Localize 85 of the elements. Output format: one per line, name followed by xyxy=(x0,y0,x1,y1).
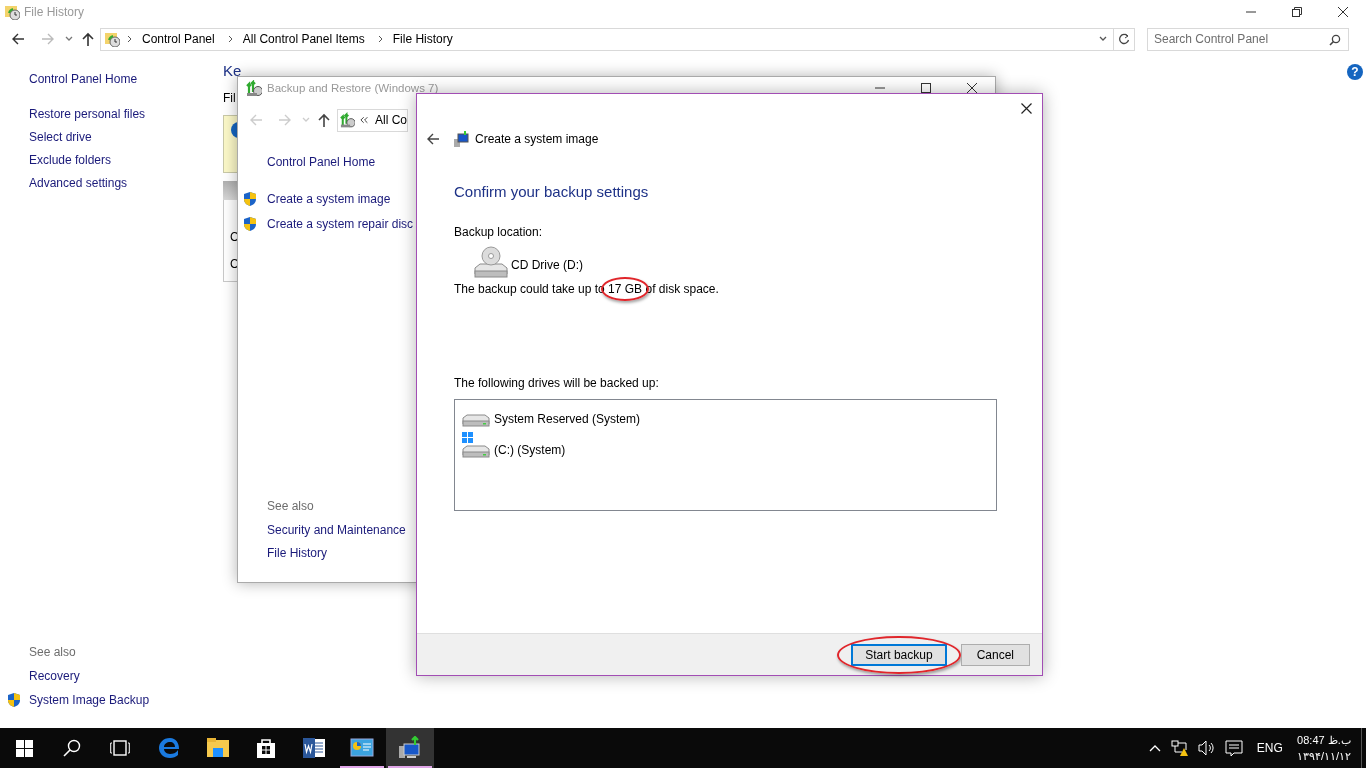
sidebar-link[interactable]: Control Panel Home xyxy=(29,72,223,87)
explorer-icon xyxy=(206,736,230,760)
task-view-icon xyxy=(110,739,130,757)
system-image-icon xyxy=(453,131,469,147)
action-center-button[interactable] xyxy=(1224,739,1243,757)
address-bar[interactable]: All Co xyxy=(337,108,408,132)
dialog-heading: Confirm your backup settings xyxy=(454,182,650,202)
drive-item[interactable]: System Reserved (System) xyxy=(461,400,641,428)
network-icon xyxy=(1170,739,1189,757)
dialog-title: Create a system image xyxy=(475,131,599,148)
sidebar-link[interactable]: Exclude folders xyxy=(29,153,223,168)
double-chevron-icon xyxy=(359,116,368,124)
breadcrumb[interactable]: All Co xyxy=(375,111,407,129)
network-button[interactable] xyxy=(1170,739,1189,757)
close-icon xyxy=(1338,7,1348,17)
store-icon xyxy=(254,736,278,760)
search-icon xyxy=(63,739,81,757)
see-also-heading: See also xyxy=(29,644,77,661)
page-subtitle: Fil xyxy=(223,89,236,107)
see-also-link[interactable]: Security and Maintenance xyxy=(267,523,406,538)
cd-drive-icon xyxy=(473,245,509,278)
drive-item[interactable]: (C:) (System) xyxy=(461,431,566,459)
edge-icon xyxy=(158,736,182,760)
maximize-icon xyxy=(921,83,931,93)
breadcrumb[interactable]: File History xyxy=(392,30,453,48)
address-bar[interactable]: Control Panel All Control Panel Items File History xyxy=(100,27,1135,51)
language-indicator[interactable]: ENG xyxy=(1256,739,1283,757)
task-link[interactable]: Create a system repair disc xyxy=(267,216,414,232)
show-hidden-icon xyxy=(1148,744,1161,752)
cancel-button[interactable]: Cancel xyxy=(960,643,1030,666)
search-icon xyxy=(1329,33,1341,46)
refresh-icon xyxy=(1118,33,1130,45)
window-title: Backup and Restore (Windows 7) xyxy=(267,81,439,95)
field-label: The following drives will be backed up: xyxy=(454,374,660,392)
restore-icon xyxy=(1292,7,1302,17)
back-icon xyxy=(425,131,441,147)
task-link[interactable]: Create a system image xyxy=(267,191,391,207)
sidebar-link[interactable]: Select drive xyxy=(29,130,223,145)
back-icon xyxy=(10,31,26,47)
sidebar-link[interactable]: Advanced settings xyxy=(29,176,223,191)
drive-icon xyxy=(461,411,491,428)
see-also-link[interactable]: System Image Backup xyxy=(29,692,150,708)
backup-icon xyxy=(340,112,355,128)
back-icon xyxy=(248,112,264,128)
window-title: File History xyxy=(24,4,84,21)
start-button[interactable]: Start backup xyxy=(851,643,947,666)
up-arrow-icon xyxy=(80,31,96,47)
backup-icon xyxy=(398,736,422,760)
chevron-right-icon xyxy=(126,35,134,43)
up-arrow-icon xyxy=(316,112,332,128)
field-label: Backup location: xyxy=(454,223,544,241)
up-button[interactable] xyxy=(316,112,332,128)
close-icon xyxy=(967,83,977,93)
sidebar-link[interactable]: Control Panel Home xyxy=(267,155,376,170)
taskbar-app[interactable] xyxy=(386,728,434,768)
back-button[interactable] xyxy=(425,131,441,147)
close-icon xyxy=(1020,102,1032,114)
breadcrumb[interactable]: Control Panel xyxy=(142,30,215,48)
see-also-link[interactable]: Recovery xyxy=(29,669,80,684)
see-also-link[interactable]: File History xyxy=(267,546,327,561)
chevron-right-icon xyxy=(376,35,385,43)
drive-name: CD Drive (D:) xyxy=(511,256,583,274)
start-icon xyxy=(15,739,33,757)
back-button[interactable] xyxy=(10,31,26,47)
file-history-icon xyxy=(4,4,20,20)
volume-button[interactable] xyxy=(1197,739,1214,757)
drive-icon xyxy=(461,442,491,459)
word-icon xyxy=(302,736,326,760)
file-history-icon xyxy=(104,31,120,47)
help-button[interactable]: ? xyxy=(1347,64,1363,80)
see-also-heading: See also xyxy=(267,498,315,515)
forward-icon xyxy=(277,112,293,128)
search-field[interactable]: Search Control Panel xyxy=(1147,27,1349,51)
sidebar-link[interactable]: Restore personal files xyxy=(29,107,223,122)
action-center-icon xyxy=(1224,739,1243,757)
control-panel-icon xyxy=(350,736,374,760)
backup-icon xyxy=(246,80,262,96)
volume-icon xyxy=(1197,739,1214,757)
chevron-right-icon xyxy=(226,35,235,43)
breadcrumb[interactable]: All Control Panel Items xyxy=(242,30,365,48)
forward-icon xyxy=(40,31,56,47)
clock-button[interactable]: 08:47 ب.ظ ۱۳۹۴/۱۱/۱۲ xyxy=(1296,732,1351,764)
show-hidden-button[interactable] xyxy=(1148,744,1161,752)
page-heading: Ke xyxy=(223,61,242,81)
up-button[interactable] xyxy=(80,31,96,47)
